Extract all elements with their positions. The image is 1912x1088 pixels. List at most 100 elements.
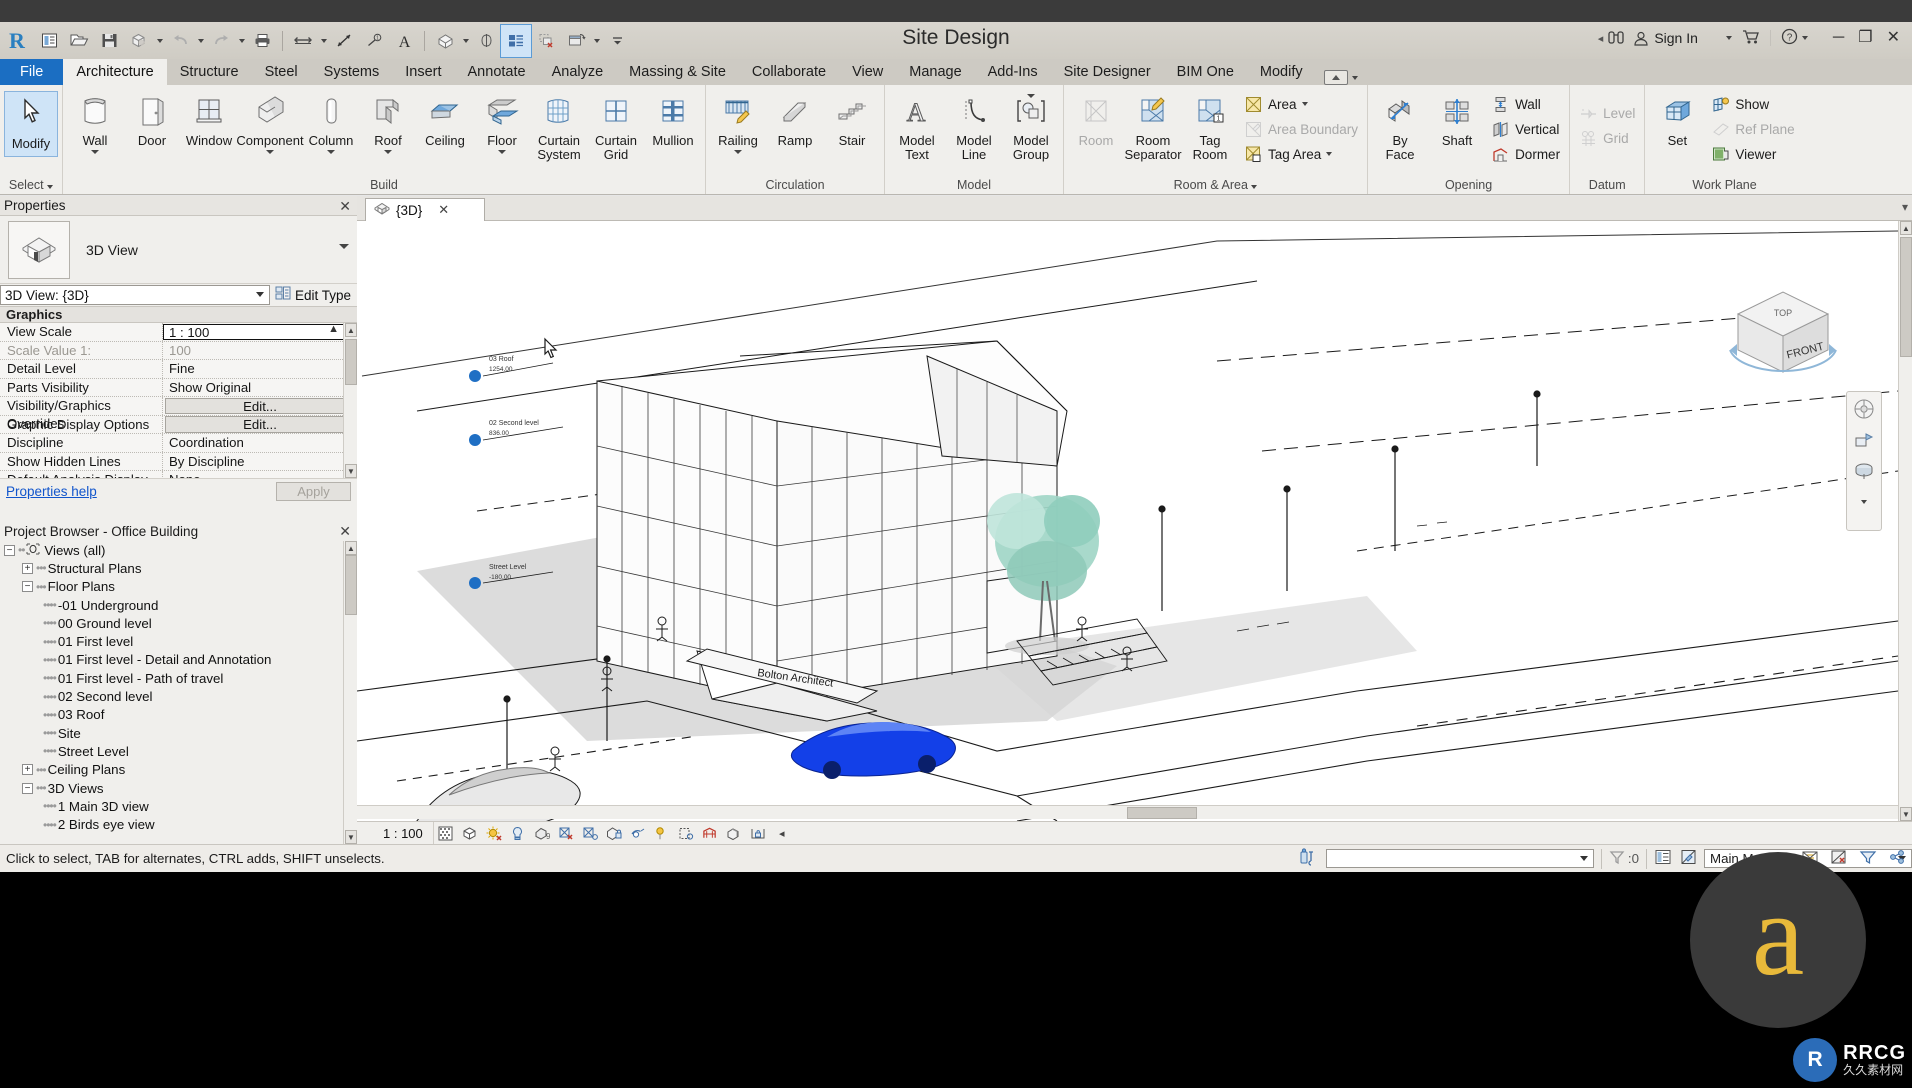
crop-view-icon[interactable] [558, 825, 574, 841]
collapse-left-icon[interactable]: ◂ [1598, 32, 1604, 45]
railing-dropdown-icon[interactable] [734, 149, 742, 154]
floor-dropdown-icon[interactable] [498, 149, 506, 154]
ribbon-tab-site-designer[interactable]: Site Designer [1051, 59, 1164, 85]
measure-dropdown-icon[interactable] [318, 25, 329, 57]
highlight-displacement-sets-icon[interactable] [726, 825, 742, 841]
search-binoculars-icon[interactable] [1606, 28, 1627, 49]
floor-button[interactable]: Floor [474, 89, 530, 154]
select-panel-dropdown-icon[interactable] [47, 185, 54, 189]
property-row-default-analysis-display-style[interactable]: Default Analysis Display St... None [0, 471, 357, 478]
ribbon-tab-architecture[interactable]: Architecture [63, 59, 167, 85]
lock-3d-view-icon[interactable] [606, 825, 622, 841]
ribbon-tab-annotate[interactable]: Annotate [455, 59, 539, 85]
shadows-icon[interactable] [510, 825, 526, 841]
select-tools-icon[interactable] [1298, 847, 1318, 870]
property-value[interactable]: None [163, 471, 357, 478]
temporary-view-properties-icon[interactable] [678, 825, 694, 841]
property-value[interactable]: By Discipline [163, 453, 357, 471]
tree-node-roof[interactable]: •••• 03 Roof [0, 706, 343, 724]
canvas-scroll-thumb[interactable] [1900, 237, 1912, 357]
canvas-scroll-up-icon[interactable]: ▲ [1900, 221, 1912, 235]
type-selector[interactable]: 3D View: {3D} [0, 285, 270, 305]
save-icon[interactable] [94, 25, 124, 57]
property-value[interactable]: 1 : 100 [163, 323, 355, 340]
property-value[interactable]: Show Original [163, 379, 357, 397]
workplane-viewer-button[interactable]: Viewer [1706, 142, 1799, 166]
view-tab-close-icon[interactable]: ✕ [438, 202, 449, 218]
ribbon-tab-add-ins[interactable]: Add-Ins [975, 59, 1051, 85]
text-icon[interactable]: A [389, 25, 419, 57]
ribbon-tab-manage[interactable]: Manage [896, 59, 974, 85]
analytical-model-icon[interactable] [702, 825, 718, 841]
ribbon-tab-systems[interactable]: Systems [311, 59, 393, 85]
help-dropdown-icon[interactable] [1801, 36, 1808, 40]
default-3d-view-dropdown-icon[interactable] [460, 25, 471, 57]
properties-scrollbar[interactable]: ▲ ▼ [343, 323, 357, 478]
ribbon-tab-modify[interactable]: Modify [1247, 59, 1316, 85]
canvas-hscroll-thumb[interactable] [1127, 807, 1197, 819]
tree-node-street-level[interactable]: •••• Street Level [0, 742, 343, 760]
save-as-icon[interactable] [124, 25, 154, 57]
rendering-dialog-icon[interactable]: 9 [534, 825, 550, 841]
tree-node-second-level[interactable]: •••• 02 Second level [0, 687, 343, 705]
model-group-button[interactable]: Model Group [1003, 89, 1059, 161]
sign-in-dropdown-icon[interactable] [1725, 36, 1732, 40]
properties-type-dropdown-icon[interactable] [339, 244, 349, 249]
property-value[interactable]: Fine [163, 360, 357, 378]
pb-scroll-down-icon[interactable]: ▼ [345, 830, 357, 844]
area-dropdown-icon[interactable] [1301, 102, 1308, 106]
sun-path-icon[interactable] [486, 825, 502, 841]
steering-wheel-icon[interactable] [1850, 396, 1878, 422]
switch-windows-icon[interactable] [561, 25, 591, 57]
selection-filter-combo[interactable] [1325, 849, 1594, 868]
properties-close-icon[interactable]: ✕ [339, 198, 351, 215]
ribbon-tab-insert[interactable]: Insert [392, 59, 454, 85]
ribbon-minimize-dropdown-icon[interactable] [1351, 75, 1358, 80]
roof-button[interactable]: Roof [360, 89, 416, 154]
print-icon[interactable] [247, 25, 277, 57]
wall-button[interactable]: Wall [67, 89, 123, 154]
filter-funnel-icon[interactable] [1609, 849, 1625, 868]
tree-node-floor-plans[interactable]: − ••• Floor Plans [0, 578, 343, 596]
opening-wall-button[interactable]: Wall [1486, 92, 1565, 116]
curtain-grid-button[interactable]: Curtain Grid [588, 89, 644, 161]
undo-icon[interactable] [165, 25, 195, 57]
property-edit-button[interactable]: Edit... [165, 397, 355, 414]
undo-dropdown-icon[interactable] [195, 25, 206, 57]
property-edit-button[interactable]: Edit... [165, 416, 355, 433]
measure-icon[interactable] [288, 25, 318, 57]
curtain-system-button[interactable]: Curtain System [531, 89, 587, 161]
visual-style-icon[interactable] [462, 825, 478, 841]
mullion-button[interactable]: Mullion [645, 89, 701, 148]
stair-button[interactable]: Stair [824, 89, 880, 148]
drawing-canvas[interactable]: Bolton Architect 03 Roof 1254.00 02 Seco… [357, 221, 1898, 821]
tree-node-main-3d-view[interactable]: •••• 1 Main 3D view [0, 797, 343, 815]
view-scale-label[interactable]: 1 : 100 [357, 826, 433, 841]
ribbon-tab-collaborate[interactable]: Collaborate [739, 59, 839, 85]
wall-dropdown-icon[interactable] [91, 149, 99, 154]
close-hidden-windows-icon[interactable] [531, 25, 561, 57]
tree-toggle-minus-icon[interactable]: − [22, 782, 33, 794]
worksets-icon[interactable] [1654, 848, 1672, 869]
tag-area-button[interactable]: Tag Area [1239, 142, 1363, 166]
app-menu-icon[interactable] [34, 25, 64, 57]
sign-in-button[interactable]: Sign In [1630, 30, 1701, 47]
area-button[interactable]: Area [1239, 92, 1363, 116]
property-value[interactable]: Coordination [163, 434, 357, 452]
properties-scroll-up-icon[interactable]: ▲ [345, 323, 357, 337]
door-button[interactable]: Door [124, 89, 180, 148]
ribbon-tab-view[interactable]: View [839, 59, 896, 85]
canvas-vertical-scrollbar[interactable]: ▲ ▼ [1898, 221, 1912, 821]
property-row-show-hidden-lines[interactable]: Show Hidden Lines By Discipline [0, 452, 357, 471]
column-dropdown-icon[interactable] [327, 149, 335, 154]
modify-button[interactable]: Modify [4, 91, 58, 157]
property-row-graphic-display-options[interactable]: Graphic Display Options Edit... [0, 415, 357, 434]
pb-scroll-thumb[interactable] [345, 555, 357, 615]
type-selector-arrow-icon[interactable] [255, 292, 264, 297]
model-text-button[interactable]: A Model Text [889, 89, 945, 161]
canvas-scroll-down-icon[interactable]: ▼ [1900, 807, 1912, 821]
tree-node-views-all[interactable]: − •• Views (all) [0, 541, 343, 559]
tree-toggle-plus-icon[interactable]: + [22, 562, 33, 574]
reveal-hidden-elements-icon[interactable] [654, 825, 670, 841]
cart-icon[interactable] [1741, 28, 1761, 49]
